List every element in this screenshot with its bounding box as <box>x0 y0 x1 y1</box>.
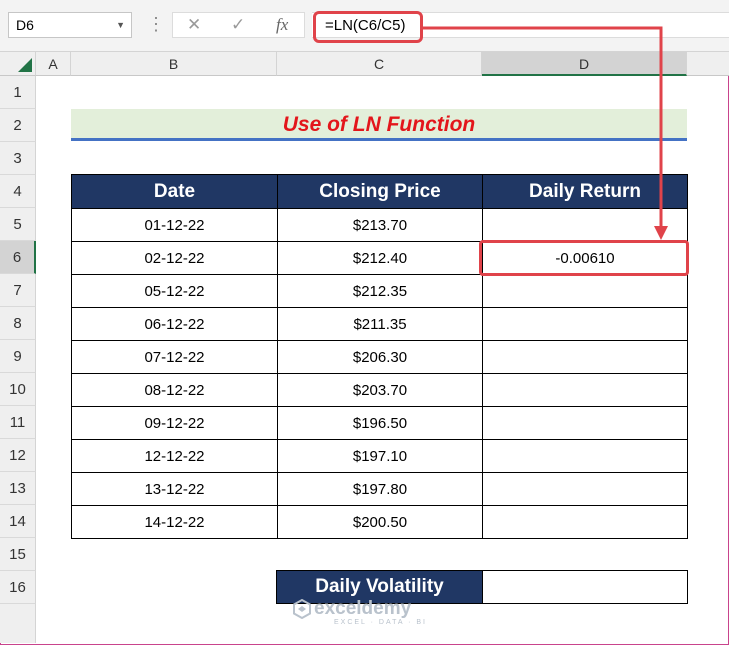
arrow-line <box>423 26 663 228</box>
watermark-name: exceldemy <box>314 598 412 619</box>
watermark-tagline: EXCEL · DATA · BI <box>334 619 427 626</box>
exceldemy-logo-icon <box>293 599 311 619</box>
arrow-head-icon <box>654 226 668 240</box>
annotation-arrow <box>423 26 668 240</box>
